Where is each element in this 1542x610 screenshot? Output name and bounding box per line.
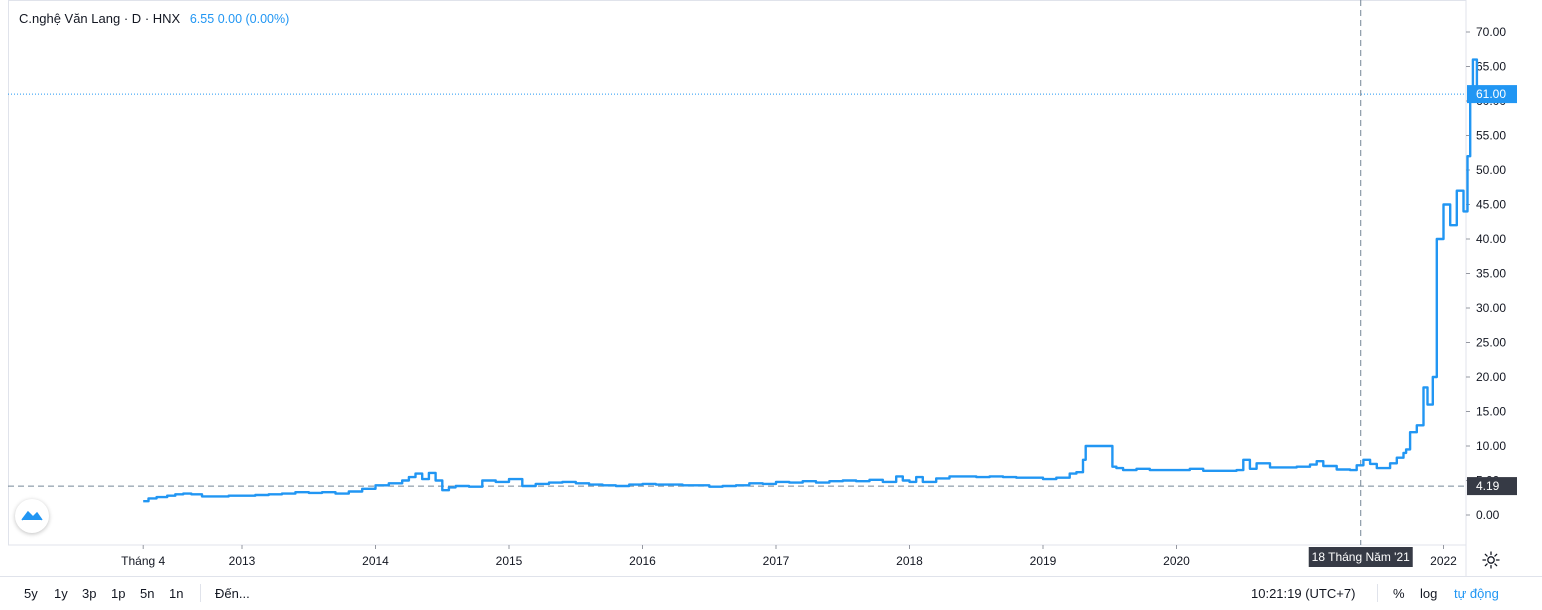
exchange-label: HNX <box>152 11 181 26</box>
toolbar-divider <box>1377 584 1378 602</box>
last-price-label: 61.00 <box>1476 87 1506 101</box>
y-tick-label: 45.00 <box>1476 198 1506 212</box>
y-tick-label: 30.00 <box>1476 301 1506 315</box>
legend-price: 6.55 <box>189 12 215 26</box>
legend-change: 0.00 <box>217 12 243 26</box>
x-tick-label: 2014 <box>362 554 389 568</box>
range-button-1p[interactable]: 1p <box>111 586 125 601</box>
y-tick-label: 20.00 <box>1476 370 1506 384</box>
crosshair-date-label: 18 Tháng Năm '21 <box>1312 550 1410 564</box>
log-scale-toggle[interactable]: log <box>1420 586 1437 601</box>
y-tick-label: 35.00 <box>1476 267 1506 281</box>
price-chart[interactable]: 0.005.0010.0015.0020.0025.0030.0035.0040… <box>0 0 1542 576</box>
y-tick-label: 10.00 <box>1476 439 1506 453</box>
symbol-name: C.nghệ Văn Lang <box>19 11 121 26</box>
x-tick-label: 2019 <box>1030 554 1057 568</box>
y-tick-label: 65.00 <box>1476 60 1506 74</box>
chart-container[interactable]: 0.005.0010.0015.0020.0025.0030.0035.0040… <box>0 0 1542 609</box>
crosshair-price-label: 4.19 <box>1476 479 1500 493</box>
x-tick-label: 2018 <box>896 554 923 568</box>
settings-gear-icon[interactable] <box>1480 549 1502 571</box>
y-tick-label: 70.00 <box>1476 25 1506 39</box>
range-button-3p[interactable]: 3p <box>82 586 96 601</box>
legend-separator: · <box>123 11 129 26</box>
range-button-5y[interactable]: 5y <box>24 586 38 601</box>
toolbar-divider <box>200 584 201 602</box>
goto-date-button[interactable]: Đến... <box>215 586 250 601</box>
legend-change-pct: (0.00%) <box>245 12 290 26</box>
range-button-5n[interactable]: 5n <box>140 586 154 601</box>
y-tick-label: 55.00 <box>1476 129 1506 143</box>
tradingview-logo-button[interactable] <box>15 499 49 533</box>
x-tick-label: 2013 <box>229 554 256 568</box>
interval-label[interactable]: D <box>132 11 141 26</box>
axis-labels: 61.00 4.19 18 Tháng Năm '21 <box>1308 85 1517 567</box>
x-tick-label: 2016 <box>629 554 656 568</box>
y-tick-label: 0.00 <box>1476 508 1500 522</box>
x-tick-label: 2015 <box>496 554 523 568</box>
range-button-1n[interactable]: 1n <box>169 586 183 601</box>
x-tick-label: 2017 <box>763 554 790 568</box>
y-tick-label: 50.00 <box>1476 163 1506 177</box>
price-line <box>143 58 1481 503</box>
legend-separator: · <box>144 11 150 26</box>
x-tick-label: Tháng 4 <box>121 554 165 568</box>
bottom-toolbar: 5y 1y 3p 1p 5n 1n Đến... 10:21:19 (UTC+7… <box>0 576 1542 610</box>
x-axis: Tháng 4 2013 2014 2015 2016 2017 2018 2019 2020 2… <box>121 545 1457 568</box>
y-tick-label: 25.00 <box>1476 336 1506 350</box>
auto-scale-toggle[interactable]: tự động <box>1454 586 1499 601</box>
y-tick-label: 40.00 <box>1476 232 1506 246</box>
chart-legend: C.nghệ Văn Lang · D · HNX 6.55 0.00 (0.0… <box>19 11 289 27</box>
timezone-clock[interactable]: 10:21:19 (UTC+7) <box>1251 586 1355 601</box>
guides <box>8 0 1466 545</box>
range-button-1y[interactable]: 1y <box>54 586 68 601</box>
x-tick-label: 2020 <box>1163 554 1190 568</box>
x-tick-label: 2022 <box>1430 554 1457 568</box>
legend-values: 6.55 0.00 (0.00%) <box>190 12 289 26</box>
tradingview-logo-icon <box>21 510 43 521</box>
y-tick-label: 15.00 <box>1476 405 1506 419</box>
percent-scale-toggle[interactable]: % <box>1393 586 1405 601</box>
